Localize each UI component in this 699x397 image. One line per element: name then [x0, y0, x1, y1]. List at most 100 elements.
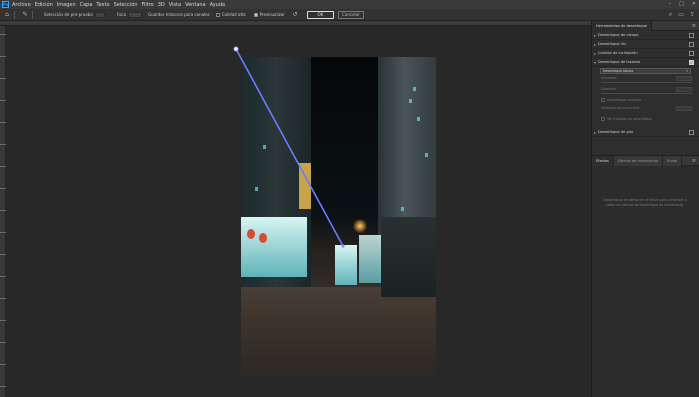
- close-icon[interactable]: ✕: [692, 1, 696, 7]
- window-controls: – □ ✕: [669, 1, 696, 7]
- menu-item-edicion[interactable]: Edición: [35, 2, 53, 8]
- section-path-blur[interactable]: ▾ Desenfoque de trazado ✓: [592, 58, 699, 67]
- menu-item-texto[interactable]: Texto: [96, 2, 109, 8]
- section-spin-blur[interactable]: ▸ Desenfoque de giro: [592, 128, 699, 137]
- path-blur-checkbox[interactable]: ✓: [689, 60, 694, 65]
- divider: [14, 10, 15, 19]
- menu-item-capa[interactable]: Capa: [80, 2, 93, 8]
- check-label: Ver trazados de desenfoque: [607, 117, 652, 121]
- preview-box[interactable]: [253, 12, 258, 17]
- centered-blur-option[interactable]: Desenfoque centrado: [592, 97, 699, 105]
- path-blur-mode-select[interactable]: Desenfoque básico ▾: [600, 68, 691, 74]
- preview-checkbox[interactable]: Previsualizar: [253, 12, 285, 17]
- photoshop-app-icon[interactable]: Ps: [2, 1, 9, 8]
- share-icon[interactable]: ⇪: [690, 11, 695, 19]
- tab-noise[interactable]: Ruido: [663, 155, 683, 166]
- param-label: Estrechar: [601, 87, 617, 91]
- tab-effects[interactable]: Efectos: [592, 155, 614, 166]
- menu-item-filtro[interactable]: Filtro: [141, 2, 153, 8]
- minimize-icon[interactable]: –: [669, 1, 672, 7]
- iris-blur-checkbox[interactable]: [689, 42, 694, 47]
- focus-field[interactable]: [128, 11, 143, 18]
- workspace-icon[interactable]: ▭: [678, 11, 684, 19]
- spin-blur-checkbox[interactable]: [689, 130, 694, 135]
- window-light: [417, 117, 420, 121]
- speed-field[interactable]: [676, 76, 692, 81]
- high-quality-box[interactable]: [215, 12, 220, 17]
- divider: [32, 10, 33, 19]
- effects-tabs: Efectos Efectos de movimiento Ruido ≡: [592, 155, 699, 166]
- section-label: Desenfoque iris: [598, 42, 627, 46]
- night-sky: [311, 57, 378, 257]
- menu-bar: Ps Archivo Edición Imagen Capa Texto Sel…: [0, 0, 699, 9]
- field-blur-checkbox[interactable]: [689, 33, 694, 38]
- section-label: Cambio de inclinación: [598, 51, 638, 55]
- section-label: Desenfoque de giro: [598, 130, 634, 134]
- save-mask-label[interactable]: Guardar máscara para canales: [148, 12, 210, 17]
- red-lantern: [259, 233, 267, 243]
- tab-motion-effects[interactable]: Efectos de movimiento: [613, 155, 664, 166]
- param-taper: Estrechar: [592, 86, 699, 97]
- right-stall-awning: [381, 217, 436, 297]
- maximize-icon[interactable]: □: [679, 1, 684, 7]
- effects-panel: Efectos Efectos de movimiento Ruido ≡ De…: [592, 155, 699, 397]
- section-tilt-shift[interactable]: ▸ Cambio de inclinación: [592, 49, 699, 58]
- street: [241, 287, 436, 375]
- param-label: Velocidad: [601, 76, 617, 80]
- check-label: Desenfoque centrado: [607, 98, 642, 102]
- blur-tools-header: Herramientas de desenfoque ≡: [592, 20, 699, 31]
- document-image[interactable]: [241, 57, 436, 375]
- effects-empty-message: Desenfoque de campo en el lienzo para co…: [603, 198, 687, 207]
- menu-item-3d[interactable]: 3D: [158, 2, 165, 8]
- section-label: Desenfoque de trazado: [598, 60, 641, 64]
- window-light: [263, 145, 266, 149]
- panel-menu-icon[interactable]: ≡: [692, 158, 696, 164]
- menu-item-vista[interactable]: Vista: [169, 2, 181, 8]
- high-quality-checkbox[interactable]: Calidad alta: [215, 12, 246, 17]
- select-value: Desenfoque básico: [603, 69, 634, 73]
- preview-label: Previsualizar: [259, 12, 285, 17]
- speed-slider[interactable]: [601, 82, 692, 83]
- options-bar: ⌂ ✎ Selección de pre-prueba Foco Guardar…: [0, 9, 699, 21]
- window-light: [425, 153, 428, 157]
- param-speed: Velocidad: [592, 75, 699, 86]
- menu-item-seleccion[interactable]: Selección: [114, 2, 138, 8]
- show-paths-checkbox[interactable]: [601, 117, 605, 121]
- tab-blur-tools[interactable]: Herramientas de desenfoque: [592, 20, 652, 31]
- section-iris-blur[interactable]: ▸ Desenfoque iris: [592, 40, 699, 49]
- blur-tool-icon[interactable]: ✎: [21, 11, 29, 19]
- end-speed-field[interactable]: [676, 106, 692, 111]
- menu-item-imagen[interactable]: Imagen: [57, 2, 76, 8]
- panel-menu-icon[interactable]: ≡: [692, 23, 696, 29]
- param-end-speed: Velocidad de punto final: [592, 105, 699, 116]
- street-sign: [299, 163, 311, 209]
- param-label: Velocidad de punto final: [601, 106, 640, 110]
- menu-item-ayuda[interactable]: Ayuda: [210, 2, 225, 8]
- show-paths-option[interactable]: Ver trazados de desenfoque: [592, 116, 699, 124]
- reset-icon[interactable]: ↺: [291, 11, 299, 19]
- taper-slider[interactable]: [601, 93, 692, 94]
- cancel-button[interactable]: Cancelar: [337, 10, 364, 19]
- menu-item-ventana[interactable]: Ventana: [185, 2, 206, 8]
- section-label: Desenfoque de campo: [598, 33, 639, 37]
- blur-tools-panel: Herramientas de desenfoque ≡ ▸ Desenfoqu…: [591, 20, 699, 397]
- selection-dropdown[interactable]: [94, 11, 105, 18]
- street-lamp-glow: [353, 219, 367, 233]
- home-icon[interactable]: ⌂: [3, 11, 11, 19]
- left-market-stall: [241, 217, 307, 277]
- centered-blur-checkbox[interactable]: [601, 98, 605, 102]
- section-field-blur[interactable]: ▸ Desenfoque de campo: [592, 31, 699, 40]
- red-lantern: [247, 229, 255, 239]
- search-icon[interactable]: ⌕: [669, 11, 672, 19]
- menu-item-archivo[interactable]: Archivo: [12, 2, 31, 8]
- focus-label: Foco: [116, 12, 127, 17]
- center-market-stall: [335, 245, 357, 285]
- window-light: [401, 207, 404, 211]
- window-light: [413, 87, 416, 91]
- tilt-shift-checkbox[interactable]: [689, 51, 694, 56]
- window-light: [255, 187, 258, 191]
- taper-field[interactable]: [676, 87, 692, 92]
- selection-label: Selección de pre-prueba: [44, 12, 93, 17]
- ok-button[interactable]: OK: [306, 10, 334, 19]
- chevron-down-icon: ▾: [686, 69, 688, 73]
